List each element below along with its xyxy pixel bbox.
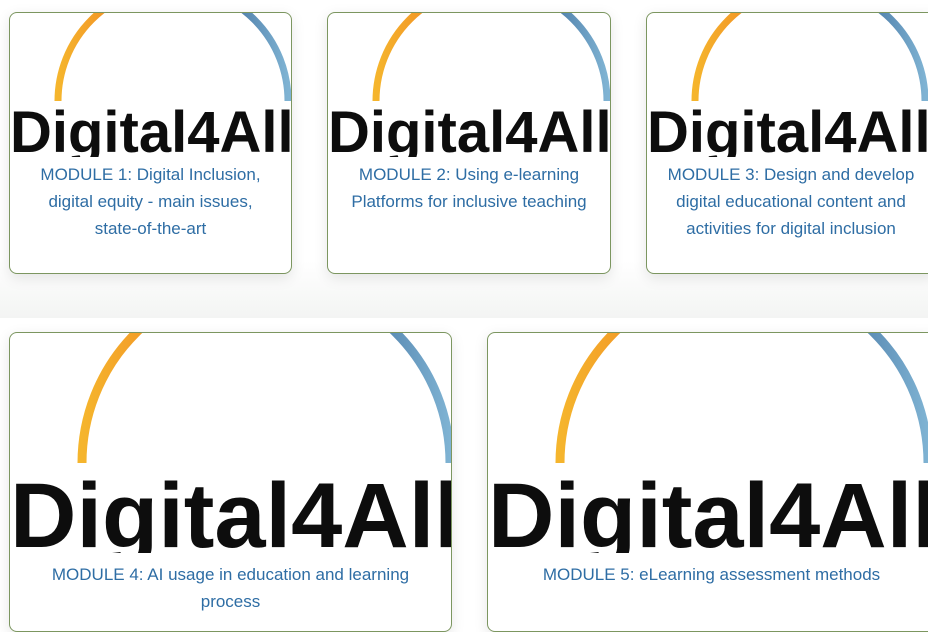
logo-text: Digital4All (10, 100, 291, 157)
digital4all-logo: Digital4All (328, 13, 610, 157)
logo-text: Digital4All (328, 100, 610, 157)
module-title[interactable]: MODULE 3: Design and develop digital edu… (647, 161, 928, 242)
module-card-2[interactable]: Digital4All MODULE 2: Using e-learning P… (327, 12, 611, 274)
module-card-3[interactable]: Digital4All MODULE 3: Design and develop… (646, 12, 928, 274)
module-title[interactable]: MODULE 1: Digital Inclusion, digital equ… (10, 161, 291, 242)
module-card-1[interactable]: Digital4All MODULE 1: Digital Inclusion,… (9, 12, 292, 274)
digital4all-logo: Digital4All (10, 333, 451, 553)
logo-text: Digital4All (488, 465, 928, 553)
module-title[interactable]: MODULE 2: Using e-learning Platforms for… (328, 161, 610, 215)
logo-text: Digital4All (10, 465, 451, 553)
module-card-4[interactable]: Digital4All MODULE 4: AI usage in educat… (9, 332, 452, 632)
digital4all-logo: Digital4All (647, 13, 928, 157)
module-card-5[interactable]: Digital4All MODULE 5: eLearning assessme… (487, 332, 928, 632)
digital4all-logo: Digital4All (488, 333, 928, 553)
module-title[interactable]: MODULE 5: eLearning assessment methods (488, 561, 928, 588)
module-title[interactable]: MODULE 4: AI usage in education and lear… (10, 561, 451, 615)
digital4all-logo: Digital4All (10, 13, 291, 157)
logo-text: Digital4All (647, 100, 928, 157)
